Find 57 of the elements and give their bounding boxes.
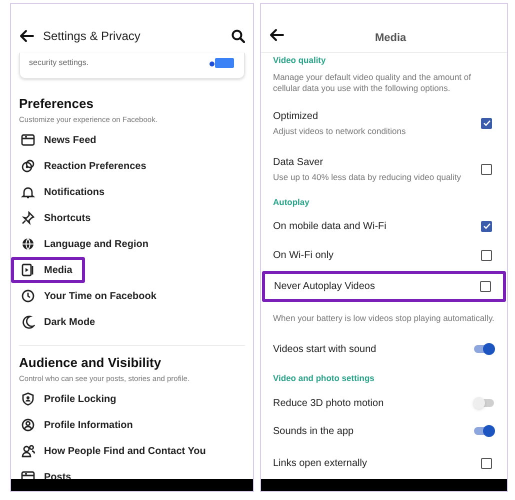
toggle-switch[interactable] — [473, 397, 495, 409]
section-label: Autoplay — [273, 196, 310, 208]
option-description: Adjust videos to network conditions — [273, 124, 407, 138]
menu-item[interactable]: How People Find and Contact You — [11, 438, 210, 464]
globe-icon — [21, 237, 35, 251]
clock-icon — [21, 289, 35, 303]
menu-item[interactable]: Media — [11, 257, 86, 283]
option-label: Never Autoplay Videos — [274, 280, 376, 294]
pin-icon — [21, 211, 35, 225]
option-label: On mobile data and Wi-Fi — [273, 220, 388, 234]
checkbox[interactable] — [481, 250, 492, 260]
section-heading: Preferences — [18, 95, 94, 114]
menu-item[interactable]: Dark Mode — [11, 309, 100, 335]
option-label: Data Saver — [273, 156, 324, 170]
back-arrow-icon[interactable] — [269, 28, 285, 42]
menu-item[interactable]: Profile Information — [11, 412, 137, 438]
section-label: Video quality — [273, 54, 326, 66]
moon-icon — [21, 315, 35, 329]
option-label: Videos start with sound — [273, 342, 378, 356]
option-label: Reduce 3D photo motion — [273, 396, 385, 410]
option-label: Links open externally — [273, 456, 368, 470]
checkbox[interactable] — [480, 281, 491, 292]
checkbox[interactable] — [481, 220, 492, 232]
section-heading: Audience and Visibility — [18, 354, 162, 372]
privacy-checkup-card[interactable]: security settings. — [19, 53, 245, 79]
section-label: Video and photo settings — [273, 372, 374, 384]
option-label: Sounds in the app — [273, 424, 355, 438]
page-title: Settings & Privacy — [43, 28, 142, 44]
toggle-switch[interactable] — [473, 425, 495, 437]
description-text: Manage your default video quality and the amount of cellular data you use with the following options. — [273, 72, 472, 94]
menu-item[interactable]: Language and Region — [11, 231, 152, 257]
people-icon — [21, 444, 35, 458]
reaction-icon — [21, 159, 35, 173]
checkbox[interactable] — [481, 458, 492, 468]
card-text: security settings. — [29, 56, 89, 68]
profile-lock-icon — [21, 392, 35, 406]
menu-item[interactable]: Your Time on Facebook — [11, 283, 160, 309]
menu-item[interactable]: Notifications — [11, 179, 109, 205]
search-icon[interactable] — [231, 28, 245, 42]
menu-item[interactable]: Profile Locking — [11, 386, 120, 412]
profile-icon — [21, 418, 35, 432]
toggle-switch[interactable] — [473, 343, 495, 355]
bell-icon — [21, 185, 35, 199]
menu-item[interactable]: Reaction Preferences — [11, 153, 150, 179]
option-description: Use up to 40% less data by reducing video quality — [273, 170, 462, 184]
back-arrow-icon[interactable] — [19, 28, 35, 42]
menu-item[interactable]: News Feed — [11, 127, 100, 153]
lock-illustration-icon — [209, 58, 235, 68]
checkbox[interactable] — [481, 118, 492, 128]
menu-item[interactable]: Shortcuts — [11, 205, 95, 231]
page-title: Media — [375, 31, 406, 46]
description-text: When your battery is low videos stop playing automatically. — [273, 312, 494, 324]
checkbox[interactable] — [481, 164, 492, 174]
option-label: Optimized — [273, 110, 320, 124]
news-feed-icon — [21, 133, 35, 147]
option-label: On Wi-Fi only — [273, 248, 335, 262]
media-icon — [21, 263, 35, 277]
